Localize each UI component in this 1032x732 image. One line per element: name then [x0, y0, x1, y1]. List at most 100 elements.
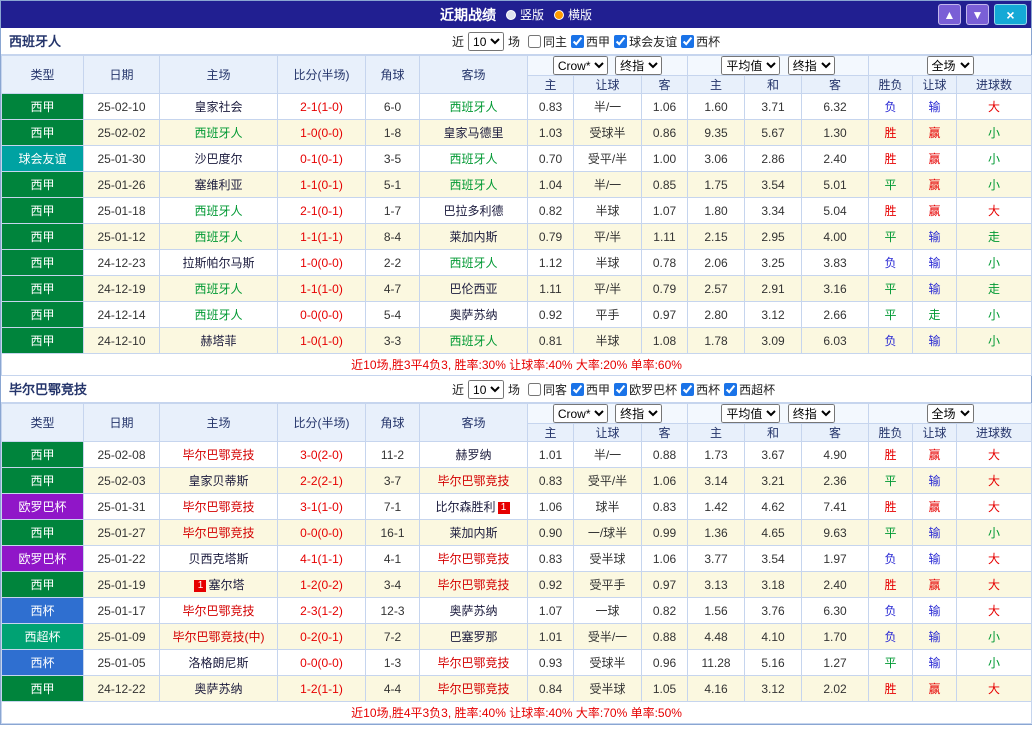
radio-horizontal-layout[interactable]: 横版	[554, 6, 592, 23]
bookmaker-select[interactable]: Crow*	[553, 56, 608, 75]
league-badge: 西甲	[2, 520, 84, 546]
result-goals: 大	[957, 546, 1032, 572]
recent-count-select[interactable]: 10	[468, 32, 504, 51]
corner-score: 3-5	[366, 146, 420, 172]
average-stage-select[interactable]: 终指	[788, 404, 835, 423]
ah-home-odds: 0.92	[528, 572, 574, 598]
result-wdl: 胜	[869, 494, 913, 520]
average-stage-select[interactable]: 终指	[788, 56, 835, 75]
filter-checkbox-西超杯[interactable]: 西超杯	[724, 381, 775, 398]
result-goals: 小	[957, 650, 1032, 676]
scope-select[interactable]: 全场	[927, 56, 974, 75]
match-date: 25-02-10	[84, 94, 160, 120]
bookmaker-stage-select[interactable]: 终指	[615, 56, 662, 75]
league-badge: 西杯	[2, 650, 84, 676]
result-handicap: 赢	[913, 676, 957, 702]
checkbox-西杯[interactable]	[681, 383, 694, 396]
eu-away-odds: 1.97	[802, 546, 869, 572]
home-team: 毕尔巴鄂竞技(中)	[160, 624, 278, 650]
checkbox-西甲[interactable]	[571, 383, 584, 396]
home-team: 奥萨苏纳	[160, 676, 278, 702]
ah-away-odds: 0.82	[642, 598, 688, 624]
filter-checkbox-欧罗巴杯[interactable]: 欧罗巴杯	[614, 381, 677, 398]
average-select[interactable]: 平均值	[721, 404, 780, 423]
close-button[interactable]: ×	[994, 4, 1027, 25]
home-team: 赫塔菲	[160, 328, 278, 354]
col-away: 客场	[420, 56, 528, 94]
result-wdl: 负	[869, 624, 913, 650]
corner-score: 6-0	[366, 94, 420, 120]
home-team: 1塞尔塔	[160, 572, 278, 598]
team-name: 巴塞罗那	[449, 630, 497, 644]
checkbox-label: 西杯	[696, 381, 720, 398]
eu-away-odds: 6.30	[802, 598, 869, 624]
match-row: 西甲24-12-23拉斯帕尔马斯1-0(0-0)2-2西班牙人1.12半球0.7…	[2, 250, 1032, 276]
result-handicap: 输	[913, 624, 957, 650]
ah-away-odds: 1.06	[642, 468, 688, 494]
team-name: 毕尔巴鄂竞技	[182, 526, 254, 540]
radio-horizontal-label: 横版	[568, 6, 592, 23]
match-date: 25-01-12	[84, 224, 160, 250]
checkbox-球会友谊[interactable]	[614, 35, 627, 48]
match-row: 西甲25-02-08毕尔巴鄂竞技3-0(2-0)11-2赫罗纳1.01半/一0.…	[2, 442, 1032, 468]
ah-home-odds: 0.84	[528, 676, 574, 702]
filter-checkbox-西杯[interactable]: 西杯	[681, 381, 720, 398]
match-date: 25-01-31	[84, 494, 160, 520]
filter-checkbox-球会友谊[interactable]: 球会友谊	[614, 33, 677, 50]
match-row: 西甲25-01-12西班牙人1-1(1-1)8-4莱加内斯0.79平/半1.11…	[2, 224, 1032, 250]
eu-home-odds: 1.73	[688, 442, 745, 468]
filter-checkbox-西甲[interactable]: 西甲	[571, 33, 610, 50]
checkbox-西超杯[interactable]	[724, 383, 737, 396]
score: 2-2(2-1)	[278, 468, 366, 494]
recent-count-select[interactable]: 10	[468, 380, 504, 399]
eu-away-odds: 3.16	[802, 276, 869, 302]
filter-checkbox-同主[interactable]: 同主	[528, 33, 567, 50]
match-date: 25-01-09	[84, 624, 160, 650]
move-down-button[interactable]: ▼	[966, 4, 989, 25]
col-score: 比分(半场)	[278, 404, 366, 442]
score: 1-0(0-0)	[278, 120, 366, 146]
league-badge: 球会友谊	[2, 146, 84, 172]
match-row: 欧罗巴杯25-01-31毕尔巴鄂竞技3-1(1-0)7-1比尔森胜利11.06球…	[2, 494, 1032, 520]
result-goals: 小	[957, 328, 1032, 354]
match-row: 西甲25-02-03皇家贝蒂斯2-2(2-1)3-7毕尔巴鄂竞技0.83受平/半…	[2, 468, 1032, 494]
average-select[interactable]: 平均值	[721, 56, 780, 75]
team-name: 赫罗纳	[455, 448, 491, 462]
filter-controls: 近 10 场 同主西甲球会友谊西杯	[452, 28, 720, 55]
checkbox-西杯[interactable]	[681, 35, 694, 48]
move-up-button[interactable]: ▲	[938, 4, 961, 25]
bookmaker-stage-select[interactable]: 终指	[615, 404, 662, 423]
team-name: 皇家贝蒂斯	[188, 474, 248, 488]
ah-home-odds: 1.12	[528, 250, 574, 276]
scope-select[interactable]: 全场	[927, 404, 974, 423]
eu-draw-odds: 3.21	[745, 468, 802, 494]
team-name: 奥萨苏纳	[449, 308, 497, 322]
result-goals: 小	[957, 146, 1032, 172]
score: 4-1(1-1)	[278, 546, 366, 572]
result-goals: 大	[957, 442, 1032, 468]
checkbox-西甲[interactable]	[571, 35, 584, 48]
team-name: 沙巴度尔	[194, 152, 242, 166]
checkbox-同客[interactable]	[528, 383, 541, 396]
checkbox-欧罗巴杯[interactable]	[614, 383, 627, 396]
filter-checkbox-同客[interactable]: 同客	[528, 381, 567, 398]
team-name: 毕尔巴鄂竞技	[182, 604, 254, 618]
result-goals: 小	[957, 624, 1032, 650]
score: 1-1(1-0)	[278, 276, 366, 302]
match-row: 西甲24-12-14西班牙人0-0(0-0)5-4奥萨苏纳0.92平手0.972…	[2, 302, 1032, 328]
filter-checkbox-西杯[interactable]: 西杯	[681, 33, 720, 50]
radio-selected-icon	[554, 10, 564, 20]
away-team: 西班牙人	[420, 250, 528, 276]
bookmaker-select[interactable]: Crow*	[553, 404, 608, 423]
result-handicap: 输	[913, 250, 957, 276]
section-header: 西班牙人 近 10 场 同主西甲球会友谊西杯	[1, 28, 1031, 55]
match-date: 25-01-19	[84, 572, 160, 598]
league-badge: 西甲	[2, 94, 84, 120]
result-wdl: 胜	[869, 146, 913, 172]
ah-home-odds: 0.82	[528, 198, 574, 224]
checkbox-同主[interactable]	[528, 35, 541, 48]
section-athletic-bilbao: 毕尔巴鄂竞技 近 10 场 同客西甲欧罗巴杯西杯西超杯 类型 日期 主场 比	[1, 376, 1031, 724]
radio-vertical-layout[interactable]: 竖版	[506, 6, 544, 23]
score: 3-0(2-0)	[278, 442, 366, 468]
filter-checkbox-西甲[interactable]: 西甲	[571, 381, 610, 398]
